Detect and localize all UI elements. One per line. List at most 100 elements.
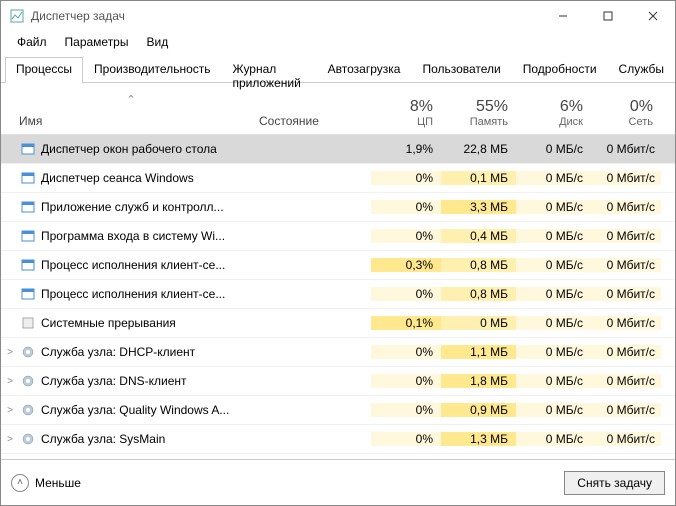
- expand-toggle[interactable]: >: [1, 405, 19, 416]
- process-name: Приложение служб и контролл...: [37, 200, 251, 214]
- process-cpu: 0%: [371, 200, 441, 214]
- process-row[interactable]: >Служба узла: DHCP-клиент0%1,1 МБ0 МБ/с0…: [1, 338, 675, 367]
- process-icon: [19, 199, 37, 215]
- tab-6[interactable]: Службы: [608, 57, 675, 82]
- process-memory: 1,8 МБ: [441, 374, 516, 388]
- tab-3[interactable]: Автозагрузка: [317, 57, 412, 82]
- titlebar[interactable]: Диспетчер задач: [1, 1, 675, 31]
- task-manager-window: Диспетчер задач Файл Параметры Вид Проце…: [0, 0, 676, 506]
- process-memory: 0,8 МБ: [441, 258, 516, 272]
- disk-total: 6%: [560, 98, 583, 116]
- process-icon: [19, 402, 37, 418]
- process-name: Диспетчер окон рабочего стола: [37, 142, 251, 156]
- process-icon: [19, 315, 37, 331]
- process-name: Служба узла: DHCP-клиент: [37, 345, 251, 359]
- fewer-details-button[interactable]: ˄ Меньше: [11, 474, 81, 492]
- process-disk: 0 МБ/с: [516, 200, 591, 214]
- process-disk: 0 МБ/с: [516, 432, 591, 446]
- process-network: 0 Мбит/с: [591, 316, 661, 330]
- process-disk: 0 МБ/с: [516, 374, 591, 388]
- process-cpu: 0,1%: [371, 316, 441, 330]
- menubar: Файл Параметры Вид: [1, 31, 675, 53]
- process-row[interactable]: Процесс исполнения клиент-се... 0%0,8 МБ 0…: [1, 280, 675, 309]
- process-memory: 0 МБ: [441, 316, 516, 330]
- process-network: 0 Мбит/с: [591, 287, 661, 301]
- process-row[interactable]: Процесс исполнения клиент-се... 0,3%0,8 М…: [1, 251, 675, 280]
- tab-0[interactable]: Процессы: [5, 57, 83, 83]
- process-cpu: 0%: [371, 345, 441, 359]
- maximize-button[interactable]: [585, 1, 630, 31]
- column-state-label: Состояние: [259, 114, 319, 128]
- process-name: Процесс исполнения клиент-се...: [37, 287, 251, 301]
- process-disk: 0 МБ/с: [516, 229, 591, 243]
- process-memory: 0,8 МБ: [441, 287, 516, 301]
- footer-bar: ˄ Меньше Снять задачу: [1, 459, 675, 505]
- column-memory[interactable]: 55%Память: [441, 94, 516, 134]
- process-disk: 0 МБ/с: [516, 316, 591, 330]
- column-network[interactable]: 0%Сеть: [591, 94, 661, 134]
- process-network: 0 Мбит/с: [591, 229, 661, 243]
- process-network: 0 Мбит/с: [591, 258, 661, 272]
- process-name: Системные прерывания: [37, 316, 251, 330]
- tab-2[interactable]: Журнал приложений: [222, 57, 317, 82]
- process-row[interactable]: > Служба узла: DNS-клиент 0%1,8 МБ0 МБ/с0 …: [1, 367, 675, 396]
- process-network: 0 Мбит/с: [591, 432, 661, 446]
- minimize-button[interactable]: [540, 1, 585, 31]
- process-disk: 0 МБ/с: [516, 171, 591, 185]
- process-network: 0 Мбит/с: [591, 142, 661, 156]
- process-name: Процесс исполнения клиент-се...: [37, 258, 251, 272]
- end-task-button[interactable]: Снять задачу: [564, 471, 665, 495]
- process-row[interactable]: Диспетчер сеанса Windows0%0,1 МБ0 МБ/с0 …: [1, 164, 675, 193]
- column-cpu[interactable]: 8%ЦП: [371, 94, 441, 134]
- tab-1[interactable]: Производительность: [83, 57, 221, 82]
- process-row[interactable]: Приложение служб и контролл...0%3,3 МБ0 …: [1, 193, 675, 222]
- process-network: 0 Мбит/с: [591, 374, 661, 388]
- process-row[interactable]: >Служба узла: SysMain0%1,3 МБ0 МБ/с0 Мби…: [1, 425, 675, 454]
- column-disk[interactable]: 6%Диск: [516, 94, 591, 134]
- process-icon: [19, 286, 37, 302]
- process-name: Служба узла: SysMain: [37, 432, 251, 446]
- process-memory: 0,4 МБ: [441, 229, 516, 243]
- process-disk: 0 МБ/с: [516, 258, 591, 272]
- process-cpu: 0,3%: [371, 258, 441, 272]
- menu-options[interactable]: Параметры: [57, 33, 137, 51]
- menu-view[interactable]: Вид: [138, 33, 176, 51]
- memory-total: 55%: [476, 98, 508, 116]
- process-memory: 0,9 МБ: [441, 403, 516, 417]
- process-cpu: 1,9%: [371, 142, 441, 156]
- process-memory: 0,1 МБ: [441, 171, 516, 185]
- process-list[interactable]: Диспетчер окон рабочего стола 1,9%22,8 МБ…: [1, 135, 675, 459]
- process-icon: [19, 141, 37, 157]
- expand-toggle[interactable]: >: [1, 434, 19, 445]
- process-network: 0 Мбит/с: [591, 345, 661, 359]
- process-name: Служба узла: DNS-клиент: [37, 374, 251, 388]
- process-icon: [19, 228, 37, 244]
- process-row[interactable]: Системные прерывания 0,1%0 МБ0 МБ/с0 Мбит…: [1, 309, 675, 338]
- process-cpu: 0%: [371, 374, 441, 388]
- column-name[interactable]: ⌃ Имя: [1, 89, 251, 134]
- process-row[interactable]: Диспетчер окон рабочего стола 1,9%22,8 МБ…: [1, 135, 675, 164]
- process-name: Служба узла: Quality Windows A...: [37, 403, 251, 417]
- process-cpu: 0%: [371, 287, 441, 301]
- column-header-row: ⌃ Имя Состояние 8%ЦП 55%Память 6%Диск 0%…: [1, 83, 675, 135]
- process-row[interactable]: >Служба узла: Quality Windows A...0%0,9 …: [1, 396, 675, 425]
- process-icon: [19, 431, 37, 447]
- process-memory: 1,1 МБ: [441, 345, 516, 359]
- process-row[interactable]: Программа входа в систему Wi...0%0,4 МБ0…: [1, 222, 675, 251]
- tab-4[interactable]: Пользователи: [411, 57, 511, 82]
- memory-label: Память: [470, 116, 508, 128]
- process-network: 0 Мбит/с: [591, 403, 661, 417]
- app-icon: [9, 8, 25, 24]
- expand-toggle[interactable]: >: [1, 347, 19, 358]
- menu-file[interactable]: Файл: [9, 33, 55, 51]
- process-cpu: 0%: [371, 432, 441, 446]
- process-cpu: 0%: [371, 171, 441, 185]
- tab-5[interactable]: Подробности: [512, 57, 608, 82]
- column-state[interactable]: Состояние: [251, 110, 371, 134]
- expand-toggle[interactable]: >: [1, 376, 19, 387]
- cpu-label: ЦП: [417, 116, 433, 128]
- close-button[interactable]: [630, 1, 675, 31]
- process-icon: [19, 257, 37, 273]
- process-memory: 22,8 МБ: [441, 142, 516, 156]
- fewer-details-label: Меньше: [35, 476, 81, 490]
